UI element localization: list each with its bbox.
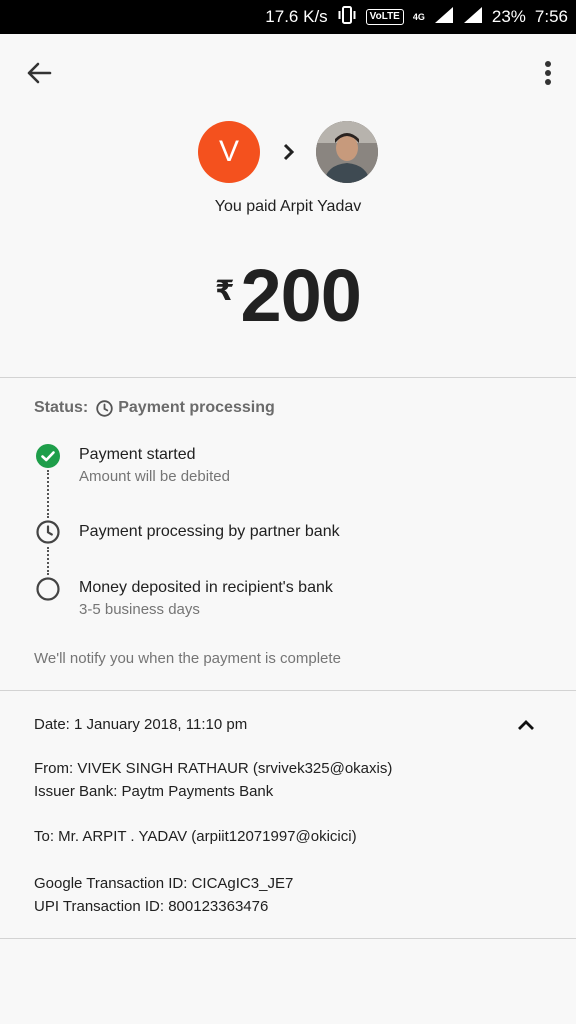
step-title: Payment processing by partner bank — [79, 523, 340, 540]
step-subtitle: 3-5 business days — [79, 601, 200, 618]
status-label: Status: — [34, 399, 89, 416]
amount-value: 200 — [240, 254, 362, 337]
notify-text: We'll notify you when the payment is com… — [34, 650, 341, 667]
from-detail: From: VIVEK SINGH RATHAUR (srvivek325@ok… — [34, 760, 393, 777]
upi-transaction-id: UPI Transaction ID: 800123363476 — [34, 898, 269, 915]
paid-to-text: You paid Arpit Yadav — [214, 198, 362, 215]
volte-badge: VoLTE — [365, 9, 404, 25]
status-line: Status: Payment processing — [34, 399, 275, 417]
clock-icon — [36, 520, 60, 544]
currency-symbol: ₹ — [215, 275, 235, 306]
signal-icon-2 — [463, 6, 483, 29]
recipient-avatar — [316, 121, 378, 183]
divider — [0, 377, 576, 378]
to-detail: To: Mr. ARPIT . YADAV (arpiit12071997@ok… — [34, 828, 357, 845]
status-value: Payment processing — [118, 399, 275, 416]
amount-display: ₹ 200 — [0, 256, 576, 336]
step-connector — [47, 470, 49, 518]
app-bar — [0, 34, 576, 112]
collapse-details-button[interactable] — [514, 714, 538, 736]
step-connector — [47, 547, 49, 575]
network-speed: 17.6 K/s — [265, 7, 328, 26]
network-type: 4G — [412, 12, 425, 22]
step-title: Money deposited in recipient's bank — [79, 579, 333, 596]
more-options-button[interactable] — [538, 56, 558, 90]
battery-level: 23% — [491, 7, 526, 26]
check-circle-icon — [36, 444, 60, 468]
chevron-right-icon — [283, 143, 295, 161]
divider — [0, 938, 576, 939]
chevron-up-icon — [518, 720, 534, 730]
arrow-back-icon — [27, 62, 52, 84]
divider — [0, 690, 576, 691]
clock: 7:56 — [534, 7, 568, 26]
vibrate-icon — [337, 5, 357, 29]
step-subtitle: Amount will be debited — [79, 468, 230, 485]
transaction-date: Date: 1 January 2018, 11:10 pm — [34, 716, 248, 733]
more-vert-icon — [545, 61, 551, 85]
clock-icon — [96, 399, 113, 417]
step-title: Payment started — [79, 446, 196, 463]
issuer-bank-detail: Issuer Bank: Paytm Payments Bank — [34, 783, 274, 800]
pending-circle-icon — [36, 577, 60, 601]
status-bar: 17.6 K/s VoLTE 4G 23% 7:56 — [0, 0, 576, 34]
back-button[interactable] — [20, 56, 58, 90]
google-transaction-id: Google Transaction ID: CICAgIC3_JE7 — [34, 875, 294, 892]
signal-icon — [434, 6, 454, 29]
payer-avatar: V — [198, 121, 260, 183]
